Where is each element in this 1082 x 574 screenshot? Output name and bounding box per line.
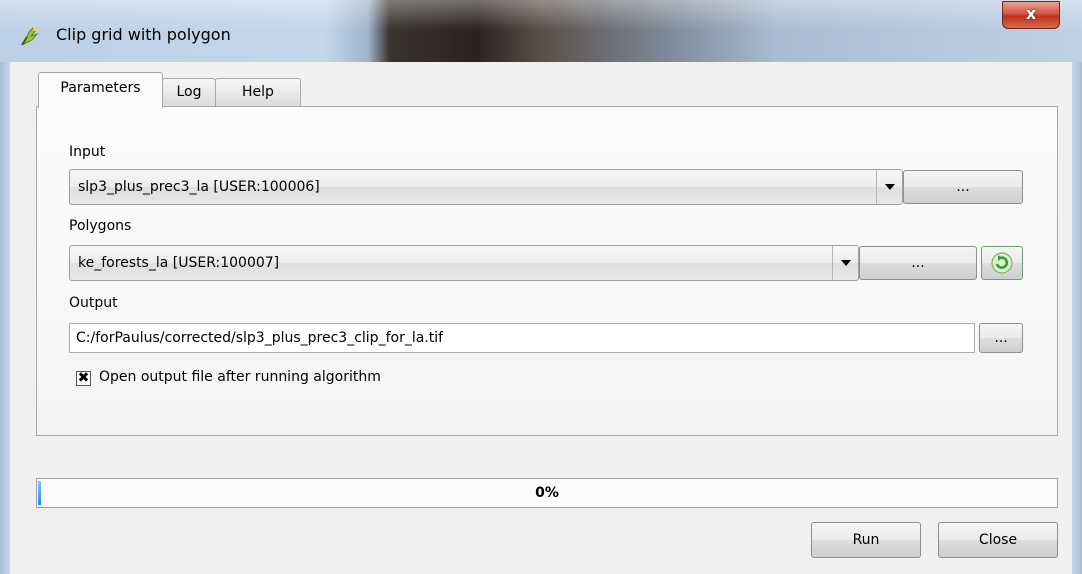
close-icon: x [1025,4,1037,23]
chevron-down-icon[interactable] [832,246,859,280]
close-window-button[interactable]: x [1002,1,1060,29]
iterate-button[interactable] [981,246,1023,280]
run-button[interactable]: Run [811,522,921,558]
progress-bar: 0% [36,478,1058,508]
output-path-value: C:/forPaulus/corrected/slp3_plus_prec3_c… [76,330,444,346]
window-border-right [1072,62,1082,574]
tab-help[interactable]: Help [215,78,301,106]
parameters-panel: Input slp3_plus_prec3_la [USER:100006] .… [36,106,1058,436]
input-layer-combo[interactable]: slp3_plus_prec3_la [USER:100006] [69,169,903,205]
input-layer-value: slp3_plus_prec3_la [USER:100006] [78,179,320,195]
progress-text: 0% [535,485,559,501]
open-output-label[interactable]: Open output file after running algorithm [99,369,381,385]
qgis-processing-icon [21,27,39,46]
output-browse-button[interactable]: ... [979,323,1023,353]
green-refresh-icon [991,252,1013,274]
output-path-field[interactable]: C:/forPaulus/corrected/slp3_plus_prec3_c… [69,323,975,353]
polygons-layer-combo[interactable]: ke_forests_la [USER:100007] [69,245,859,281]
open-output-checkbox[interactable]: ✖ [76,370,91,386]
window-border-left [0,62,10,574]
input-browse-button[interactable]: ... [903,170,1023,204]
polygons-label: Polygons [69,218,132,234]
input-label: Input [69,144,106,160]
tab-log[interactable]: Log [162,78,216,106]
tab-parameters[interactable]: Parameters [38,72,163,108]
polygons-browse-button[interactable]: ... [859,246,977,280]
title-bar[interactable]: Clip grid with polygon x [0,0,1082,62]
dialog-window: Clip grid with polygon x Parameters Log … [0,0,1082,574]
chevron-down-icon[interactable] [876,170,903,204]
checkbox-checked-icon: ✖ [77,370,90,386]
dialog-client-area: Parameters Log Help Input slp3_plus_prec… [10,62,1072,574]
output-label: Output [69,295,118,311]
polygons-layer-value: ke_forests_la [USER:100007] [78,255,280,271]
close-button[interactable]: Close [938,522,1058,558]
window-title: Clip grid with polygon [56,25,231,44]
